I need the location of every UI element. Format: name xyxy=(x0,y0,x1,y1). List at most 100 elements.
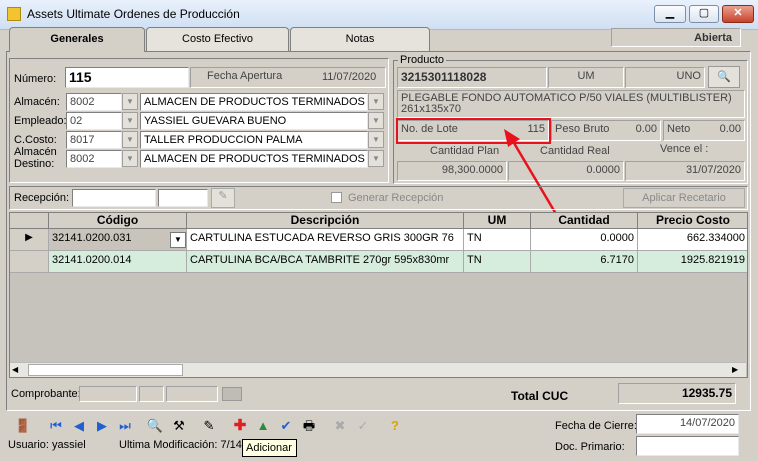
horizontal-scrollbar[interactable]: ◀ ▶ xyxy=(10,362,746,377)
producto-code: 3215301118028 xyxy=(397,67,547,88)
recepcion-field-2[interactable] xyxy=(158,189,208,207)
table-row-codigo[interactable]: 32141.0200.031 xyxy=(49,229,187,251)
exit-icon[interactable]: 🚪 xyxy=(14,417,32,435)
search-icon: 🔍 xyxy=(717,71,731,83)
pencil-icon: ✎ xyxy=(218,190,228,202)
help-icon[interactable]: ? xyxy=(386,417,404,435)
ccosto-dropdown-button[interactable]: ▼ xyxy=(122,131,138,148)
recepcion-label: Recepción: xyxy=(14,192,70,204)
doc-primario-label: Doc. Primario: xyxy=(555,441,625,453)
ccosto-name-dropdown-button[interactable]: ▼ xyxy=(368,131,384,148)
print-icon[interactable]: 🖶 xyxy=(300,417,318,435)
grid-indicator-header xyxy=(10,213,49,229)
numero-field[interactable]: 115 xyxy=(65,67,189,88)
recepcion-field-1[interactable] xyxy=(72,189,156,207)
close-button[interactable]: ✕ xyxy=(722,5,754,23)
ccosto-label: C.Costo: xyxy=(14,134,57,146)
table-row-precio[interactable]: 1925.821919 xyxy=(638,251,747,273)
producto-um: UNO xyxy=(625,67,705,88)
table-row-cantidad[interactable]: 0.0000 xyxy=(531,229,638,251)
delete-icon[interactable]: ✖ xyxy=(331,417,349,435)
first-record-icon[interactable]: ⏮ xyxy=(47,417,65,435)
almacen-name-dropdown-button[interactable]: ▼ xyxy=(368,93,384,110)
search-product-button[interactable]: 🔍 xyxy=(708,66,740,88)
tab-costo-efectivo[interactable]: Costo Efectivo xyxy=(146,27,289,51)
add-icon[interactable]: ✚ xyxy=(231,417,249,435)
table-row-um[interactable]: TN xyxy=(464,251,531,273)
tooltip: Adicionar xyxy=(242,439,297,457)
numero-label: Número: xyxy=(14,73,57,85)
row-indicator-icon[interactable]: ▶ xyxy=(10,229,49,251)
grid-header-um[interactable]: UM xyxy=(464,213,531,229)
neto-label: Neto xyxy=(667,123,691,135)
edit-icon[interactable]: ✎ xyxy=(200,417,218,435)
tab-generales[interactable]: Generales xyxy=(9,27,145,52)
scroll-right-icon[interactable]: ▶ xyxy=(732,364,744,376)
comprobante-field-3 xyxy=(166,386,218,402)
almacen-destino-dropdown-button[interactable]: ▼ xyxy=(122,150,138,167)
peso-bruto-value: 0.00 xyxy=(635,123,657,135)
table-row-cantidad[interactable]: 6.7170 xyxy=(531,251,638,273)
generar-recepcion-checkbox[interactable] xyxy=(331,192,342,203)
vence-value: 31/07/2020 xyxy=(625,161,745,181)
neto-value: 0.00 xyxy=(719,123,741,135)
empleado-dropdown-button[interactable]: ▼ xyxy=(122,112,138,129)
cantidad-plan-label: Cantidad Plan xyxy=(430,145,500,157)
previous-record-icon[interactable]: ◀ xyxy=(70,417,88,435)
minimize-button[interactable]: ▁ xyxy=(654,5,686,23)
ccosto-name-field[interactable]: TALLER PRODUCCION PALMA xyxy=(140,131,368,149)
ccosto-code-field[interactable]: 8017 xyxy=(66,131,122,149)
row-indicator[interactable] xyxy=(10,251,49,273)
search-icon[interactable]: 🔍 xyxy=(146,417,164,435)
table-row-descripcion[interactable]: CARTULINA BCA/BCA TAMBRITE 270gr 595x830… xyxy=(187,251,464,273)
last-record-icon[interactable]: ⏭ xyxy=(116,417,134,435)
almacen-destino-label-line1: Almacén xyxy=(14,146,57,158)
confirm-icon[interactable]: ✔ xyxy=(277,417,295,435)
total-label: Total CUC xyxy=(511,389,569,403)
fecha-apertura-value: 11/07/2020 xyxy=(322,71,377,83)
scroll-left-icon[interactable]: ◀ xyxy=(12,364,24,376)
comprobante-field-2 xyxy=(139,386,164,402)
table-row-codigo[interactable]: 32141.0200.014 xyxy=(49,251,187,273)
scrollbar-thumb[interactable] xyxy=(28,364,183,376)
empleado-name-dropdown-button[interactable]: ▼ xyxy=(368,112,384,129)
comprobante-label: Comprobante: xyxy=(11,388,81,400)
table-row-um[interactable]: TN xyxy=(464,229,531,251)
comprobante-field-1 xyxy=(79,386,137,402)
aplicar-recetario-button[interactable]: Aplicar Recetario xyxy=(623,188,745,208)
window-title: Assets Ultimate Ordenes de Producción xyxy=(27,7,240,21)
usuario-label: Usuario: yassiel xyxy=(8,439,86,451)
producto-description-line2: 261x135x70 xyxy=(401,103,461,115)
almacen-destino-name-field[interactable]: ALMACEN DE PRODUCTOS TERMINADOS F xyxy=(140,150,368,168)
title-bar: Assets Ultimate Ordenes de Producción ▁ … xyxy=(0,0,758,30)
table-row-descripcion[interactable]: CARTULINA ESTUCADA REVERSO GRIS 300GR 76 xyxy=(187,229,464,251)
almacen-code-field[interactable]: 8002 xyxy=(66,93,122,111)
recepcion-lookup-button[interactable]: ✎ xyxy=(211,188,235,208)
maximize-button[interactable]: ▢ xyxy=(689,5,719,23)
comprobante-button[interactable] xyxy=(222,387,242,401)
generar-recepcion-label: Generar Recepción xyxy=(348,192,444,204)
grid-header-cantidad[interactable]: Cantidad xyxy=(531,213,638,229)
grid-header-descripcion[interactable]: Descripción xyxy=(187,213,464,229)
tab-notas[interactable]: Notas xyxy=(290,27,430,51)
almacen-destino-code-field[interactable]: 8002 xyxy=(66,150,122,168)
fecha-cierre-field[interactable]: 14/07/2020 xyxy=(636,414,739,434)
grid-header-codigo[interactable]: Código xyxy=(49,213,187,229)
table-row-precio[interactable]: 662.334000 xyxy=(638,229,747,251)
almacen-destino-name-dropdown-button[interactable]: ▼ xyxy=(368,150,384,167)
ultima-modificacion-label: Ultima Modificación: 7/14 xyxy=(119,439,242,451)
producto-um-label: UM xyxy=(548,67,624,88)
doc-primario-field[interactable] xyxy=(636,436,739,456)
check-icon[interactable]: ✓ xyxy=(354,417,372,435)
next-record-icon[interactable]: ▶ xyxy=(93,417,111,435)
grid-header-precio-costo[interactable]: Precio Costo xyxy=(638,213,747,229)
save-icon[interactable]: ▲ xyxy=(254,417,272,435)
empleado-name-field[interactable]: YASSIEL GUEVARA BUENO xyxy=(140,112,368,130)
vence-label: Vence el : xyxy=(660,143,709,155)
almacen-dropdown-button[interactable]: ▼ xyxy=(122,93,138,110)
codigo-dropdown-button[interactable]: ▼ xyxy=(170,232,186,248)
tools-icon[interactable]: ⚒ xyxy=(170,417,188,435)
almacen-name-field[interactable]: ALMACEN DE PRODUCTOS TERMINADOS F xyxy=(140,93,368,111)
app-icon xyxy=(7,7,21,21)
empleado-code-field[interactable]: 02 xyxy=(66,112,122,130)
